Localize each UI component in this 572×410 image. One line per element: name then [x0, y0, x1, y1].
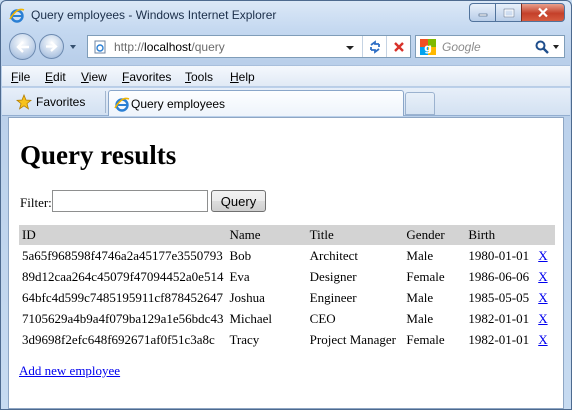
favorites-label: Favorites [36, 95, 86, 109]
ie-page-icon [114, 97, 130, 112]
close-window-button[interactable] [521, 3, 565, 22]
menu-bar: File Edit View Favorites Tools Help [2, 65, 570, 87]
cell-name: Michael [229, 310, 273, 326]
browser-window: Query employees - Windows Internet Explo… [0, 0, 572, 410]
column-header-gender: Gender [406, 227, 445, 242]
tab-label: Query employees [131, 97, 226, 111]
cell-title: Engineer [309, 289, 357, 305]
delete-link[interactable]: X [538, 290, 547, 305]
cell-title: CEO [309, 310, 336, 326]
cell-gender: Male [406, 310, 434, 326]
page-icon [94, 40, 106, 54]
recent-pages-dropdown-icon[interactable] [69, 43, 77, 51]
search-box[interactable]: g Google [415, 35, 565, 58]
maximize-icon [503, 8, 514, 17]
page-heading: Query results [20, 140, 177, 170]
maximize-button[interactable] [495, 3, 521, 22]
delete-link[interactable]: X [538, 269, 547, 284]
address-bar[interactable]: http://localhost/query [87, 35, 411, 58]
table-row: 7105629a4b9a4f079ba129a1e56bdc43 Michael… [19, 308, 555, 329]
toolbar-divider [105, 91, 106, 113]
menu-edit[interactable]: Edit [45, 70, 66, 84]
table-row: 3d9698f2efc648f692671af0f51c3a8c Tracy P… [19, 329, 555, 350]
cell-id: 7105629a4b9a4f079ba129a1e56bdc43 [22, 310, 224, 326]
back-button[interactable] [9, 33, 36, 60]
back-arrow-icon [15, 40, 29, 53]
cell-birth: 1986-06-06 [468, 268, 530, 284]
add-employee-link[interactable]: Add new employee [19, 363, 120, 379]
minimize-icon [478, 13, 487, 16]
cell-name: Joshua [229, 289, 265, 305]
tab-query-employees[interactable]: Query employees [108, 90, 404, 116]
cell-id: 5a65f968598f4746a2a45177e3550793 [22, 247, 223, 263]
page-content: Query results Filter: Query ID Name Titl… [8, 117, 564, 409]
column-header-birth: Birth [468, 227, 496, 242]
cell-title: Project Manager [309, 331, 396, 347]
ie-logo-icon [9, 8, 25, 23]
close-icon [538, 7, 548, 18]
delete-link[interactable]: X [538, 248, 547, 263]
url-text: http://localhost/query [114, 40, 225, 54]
google-icon: g [420, 39, 436, 55]
delete-link[interactable]: X [538, 311, 547, 326]
star-icon [16, 94, 32, 110]
column-header-id: ID [22, 227, 36, 242]
forward-button[interactable] [39, 34, 64, 59]
delete-link[interactable]: X [538, 332, 547, 347]
favorites-tab-bar: Favorites Query employees [2, 88, 570, 116]
table-header-row: ID Name Title Gender Birth [19, 225, 555, 245]
cell-name: Tracy [229, 331, 260, 347]
menu-view[interactable]: View [81, 70, 107, 84]
menu-file[interactable]: File [11, 70, 30, 84]
cell-gender: Male [406, 289, 434, 305]
title-bar: Query employees - Windows Internet Explo… [1, 1, 571, 29]
table-row: 89d12caa264c45079f47094452a0e514 Eva Des… [19, 266, 555, 287]
cell-birth: 1982-01-01 [468, 331, 530, 347]
cell-id: 89d12caa264c45079f47094452a0e514 [22, 268, 224, 284]
cell-name: Bob [229, 247, 252, 263]
forward-arrow-icon [46, 41, 58, 52]
cell-title: Architect [309, 247, 359, 263]
filter-input[interactable] [52, 190, 208, 212]
column-header-actions [535, 225, 555, 245]
minimize-button[interactable] [469, 3, 495, 22]
favorites-button[interactable]: Favorites [16, 94, 85, 110]
employees-table: ID Name Title Gender Birth 5a65f968598f4… [19, 225, 555, 350]
search-dropdown-icon[interactable] [552, 43, 560, 51]
table-row: 5a65f968598f4746a2a45177e3550793 Bob Arc… [19, 245, 555, 266]
refresh-button[interactable] [362, 36, 386, 57]
query-button[interactable]: Query [211, 190, 266, 212]
stop-icon [393, 41, 404, 52]
table-row: 64bfc4d599c7485195911cf878452647 Joshua … [19, 287, 555, 308]
stop-button[interactable] [386, 36, 410, 57]
search-placeholder: Google [442, 40, 481, 54]
filter-label: Filter: [20, 195, 52, 210]
caption-buttons [469, 3, 565, 22]
search-icon[interactable] [534, 39, 550, 55]
cell-name: Eva [229, 268, 250, 284]
menu-help[interactable]: Help [230, 70, 255, 84]
cell-gender: Female [406, 331, 445, 347]
cell-birth: 1985-05-05 [468, 289, 530, 305]
cell-gender: Female [406, 268, 445, 284]
menu-tools[interactable]: Tools [185, 70, 213, 84]
cell-birth: 1980-01-01 [468, 247, 530, 263]
cell-title: Designer [309, 268, 357, 284]
window-title: Query employees - Windows Internet Explo… [31, 8, 277, 22]
address-dropdown-icon[interactable] [344, 42, 356, 54]
cell-gender: Male [406, 247, 434, 263]
column-header-name: Name [229, 227, 261, 242]
cell-id: 3d9698f2efc648f692671af0f51c3a8c [22, 331, 215, 347]
column-header-title: Title [309, 227, 334, 242]
refresh-icon [369, 39, 380, 54]
navigation-bar: http://localhost/query g Google [1, 31, 571, 63]
cell-birth: 1982-01-01 [468, 310, 530, 326]
svg-text:g: g [424, 42, 432, 55]
cell-id: 64bfc4d599c7485195911cf878452647 [22, 289, 223, 305]
new-tab-button[interactable] [405, 92, 435, 115]
menu-favorites[interactable]: Favorites [122, 70, 171, 84]
